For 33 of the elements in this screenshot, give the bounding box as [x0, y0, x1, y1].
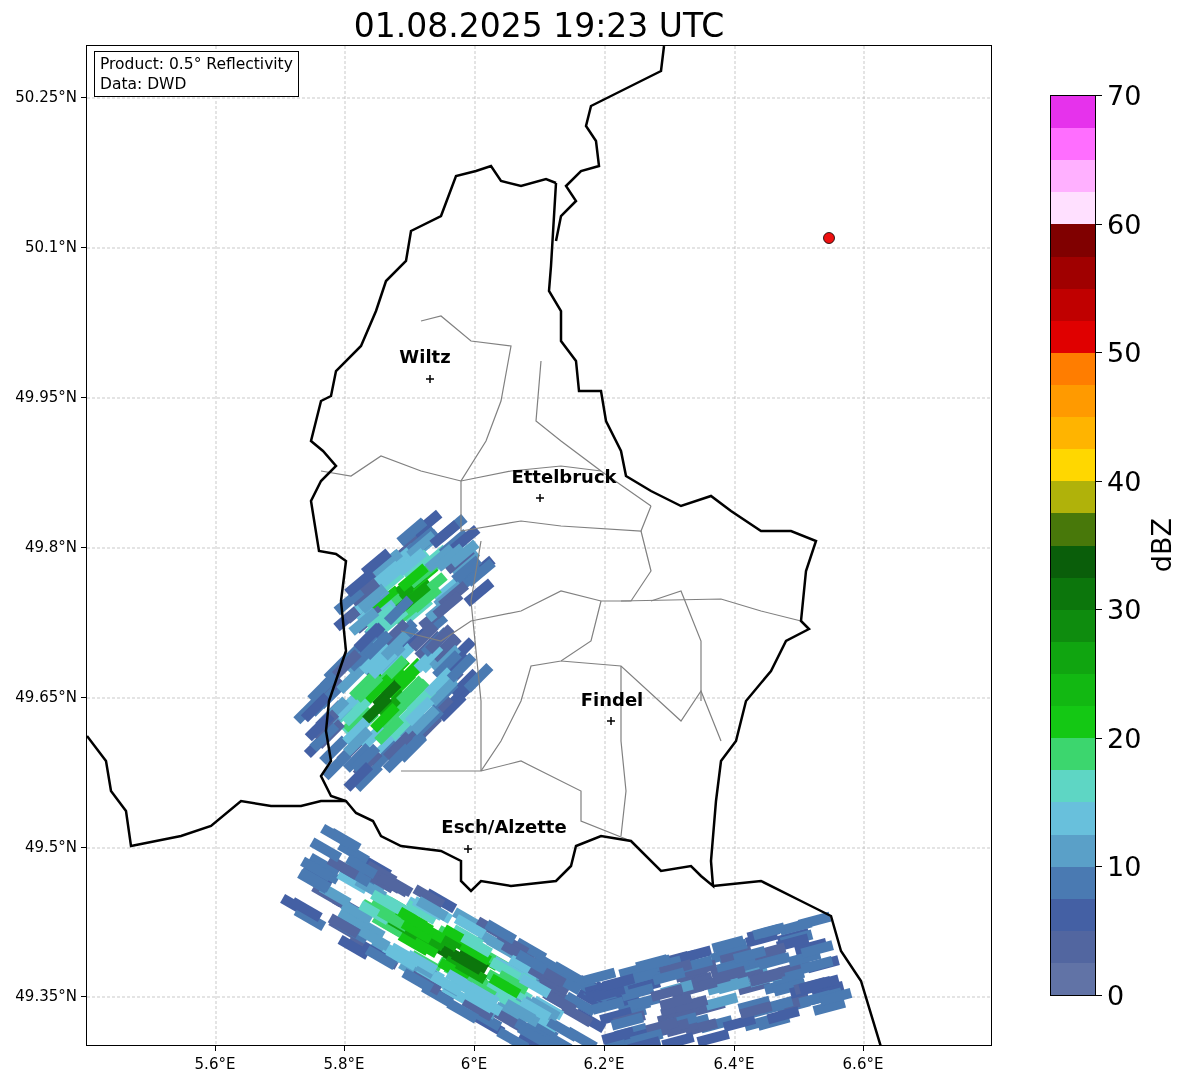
city-label: Findel [580, 689, 644, 710]
scale-tick-label: 20 [1107, 722, 1142, 754]
scale-tick-label: 0 [1107, 979, 1125, 1011]
latitude-label: 49.8°N [24, 538, 77, 556]
longitude-label: 6.2°E [583, 1055, 625, 1073]
longitude-label: 6.4°E [713, 1055, 755, 1073]
city-marker-icon [535, 493, 545, 503]
city-label: Esch/Alzette [441, 816, 567, 837]
latitude-label: 49.35°N [15, 987, 77, 1005]
scale-unit-label: dBZ [1146, 518, 1178, 573]
latitude-label: 49.95°N [15, 388, 77, 406]
latitude-label: 49.65°N [15, 688, 77, 706]
latitude-label: 50.1°N [24, 238, 77, 256]
city-marker-icon [425, 374, 435, 384]
latitude-label: 49.5°N [24, 838, 77, 856]
chart-title: 01.08.2025 19:23 UTC [352, 5, 726, 45]
city-marker-icon [463, 844, 473, 854]
scale-tick-label: 40 [1107, 465, 1142, 497]
scale-tick-label: 30 [1107, 593, 1142, 625]
longitude-label: 6.6°E [842, 1055, 884, 1073]
scale-tick-label: 10 [1107, 850, 1142, 882]
scale-tick-label: 50 [1107, 336, 1142, 368]
city-label: Wiltz [399, 346, 451, 367]
info-text: Data: DWD [100, 74, 188, 94]
longitude-label: 5.8°E [323, 1055, 365, 1073]
longitude-label: 5.6°E [194, 1055, 236, 1073]
scale-tick-label: 60 [1107, 208, 1142, 240]
longitude-label: 6°E [460, 1055, 488, 1073]
latitude-label: 50.25°N [15, 88, 77, 106]
city-marker-icon [606, 716, 616, 726]
info-text: Product: 0.5° Reflectivity [100, 54, 293, 74]
scale-tick-label: 70 [1107, 79, 1142, 111]
city-label: Ettelbruck [511, 466, 617, 487]
